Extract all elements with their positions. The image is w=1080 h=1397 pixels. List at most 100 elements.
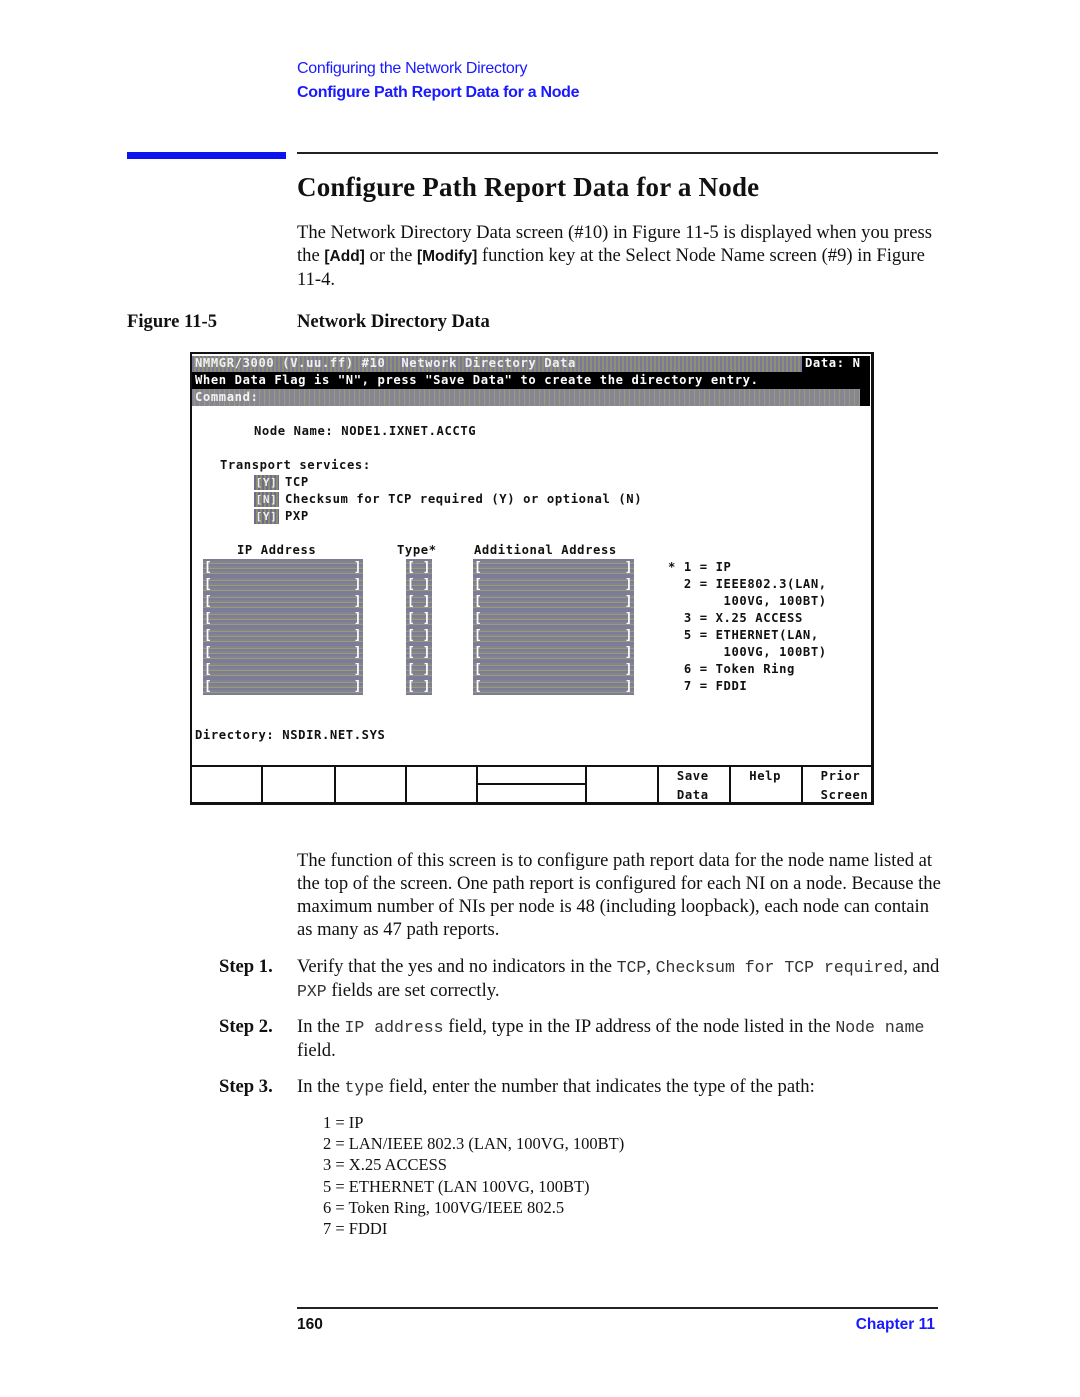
bracket-right: ]: [624, 560, 633, 575]
additional-address-field[interactable]: []: [473, 610, 634, 627]
page-title: Configure Path Report Data for a Node: [297, 172, 760, 202]
type-field[interactable]: []: [406, 610, 432, 627]
path-type-item: 7 = FDDI: [323, 1219, 388, 1239]
function-key-label: Save Data: [677, 767, 709, 805]
ip-address-field[interactable]: []: [203, 678, 363, 695]
step-text: fields are set correctly.: [326, 980, 500, 1001]
ip-address-field[interactable]: []: [203, 661, 363, 678]
function-key-label: Prior Screen: [821, 767, 869, 805]
bracket-left: [: [204, 628, 213, 643]
additional-address-header: Additional Address: [474, 543, 617, 557]
additional-address-field[interactable]: []: [473, 661, 634, 678]
bracket-right: ]: [422, 645, 431, 660]
additional-address-field[interactable]: []: [473, 593, 634, 610]
step-label: Step 2.: [219, 1016, 273, 1037]
type-field[interactable]: []: [406, 627, 432, 644]
bracket-left: [: [474, 577, 483, 592]
bracket-right: ]: [353, 679, 362, 694]
function-key-3[interactable]: [333, 765, 406, 804]
pxp-flag-value: Y: [262, 510, 271, 523]
type-legend-item: * 1 = IP: [668, 560, 732, 574]
additional-address-field[interactable]: []: [473, 576, 634, 593]
terminal-title-bar: NMMGR/3000 (V.uu.ff) #10 Network Directo…: [192, 356, 870, 372]
bracket-left: [: [474, 662, 483, 677]
checksum-flag-field[interactable]: [N]: [254, 492, 279, 507]
bracket-left: [: [474, 679, 483, 694]
chapter-link[interactable]: Chapter 11: [856, 1316, 935, 1334]
command-line[interactable]: Command:: [192, 389, 870, 406]
additional-address-field[interactable]: []: [473, 644, 634, 661]
ip-address-field[interactable]: []: [203, 559, 363, 576]
function-key-2[interactable]: [261, 765, 334, 804]
path-type-item: 1 = IP: [323, 1113, 364, 1132]
function-key-1[interactable]: [190, 765, 262, 804]
ip-address-header: IP Address: [237, 543, 317, 557]
ip-address-field[interactable]: []: [203, 644, 363, 661]
additional-address-field[interactable]: []: [473, 559, 634, 576]
step-label: Step 3.: [219, 1076, 273, 1097]
function-key-6[interactable]: [584, 765, 657, 804]
path-type-item: 3 = X.25 ACCESS: [323, 1155, 447, 1175]
bracket-left: [: [474, 628, 483, 643]
add-key-ref: [Add]: [324, 248, 365, 265]
function-key-9[interactable]: Prior Screen: [800, 765, 875, 805]
section-marker-bar: [127, 152, 286, 159]
additional-address-field[interactable]: []: [473, 678, 634, 695]
type-field[interactable]: []: [406, 576, 432, 593]
bracket-right: ]: [422, 662, 431, 677]
running-head-chapter: Configuring the Network Directory: [297, 60, 528, 77]
path-type-item: 2 = LAN/IEEE 802.3 (LAN, 100VG, 100BT): [323, 1134, 625, 1154]
data-flag: Data: N: [802, 356, 870, 372]
field-ref-type: type: [344, 1078, 385, 1097]
bracket-left: [: [474, 560, 483, 575]
bracket-right: ]: [624, 645, 633, 660]
step-text: field, type in the IP address of the nod…: [443, 1016, 836, 1037]
pxp-flag-field[interactable]: [Y]: [254, 509, 279, 524]
terminal-screen: NMMGR/3000 (V.uu.ff) #10 Network Directo…: [190, 352, 875, 805]
field-ref-checksum: Checksum for TCP required: [655, 958, 904, 977]
additional-address-field[interactable]: []: [473, 627, 634, 644]
bracket-right: ]: [353, 594, 362, 609]
function-key-label: Help: [749, 767, 781, 786]
bracket-left: [: [204, 662, 213, 677]
path-type-item: 5 = ETHERNET (LAN 100VG, 100BT): [323, 1176, 590, 1196]
modify-key-ref: [Modify]: [416, 248, 478, 265]
footer-rule: [297, 1307, 938, 1309]
type-legend-item: 6 = Token Ring: [668, 662, 795, 676]
command-line-end: [860, 389, 870, 406]
function-key-line1: Prior: [820, 769, 861, 783]
transport-pxp: [Y] PXP: [254, 509, 309, 524]
ip-address-field[interactable]: []: [203, 610, 363, 627]
figure-title: Network Directory Data: [297, 311, 490, 332]
tcp-label: TCP: [285, 475, 309, 489]
description-paragraph: The function of this screen is to config…: [297, 850, 941, 940]
section-rule: [297, 152, 938, 154]
bracket-left: [: [407, 577, 416, 592]
step-text: , and: [903, 956, 940, 977]
type-field[interactable]: []: [406, 559, 432, 576]
type-field[interactable]: []: [406, 644, 432, 661]
bracket-right: ]: [353, 662, 362, 677]
ip-address-field[interactable]: []: [203, 576, 363, 593]
bracket-left: [: [407, 662, 416, 677]
function-key-4[interactable]: [405, 765, 477, 804]
function-key-line2: Screen: [820, 788, 869, 802]
function-key-5[interactable]: [476, 765, 585, 804]
tcp-flag-field[interactable]: [Y]: [254, 475, 279, 490]
type-legend-item: 100VG, 100BT): [668, 594, 827, 608]
field-ref-node-name: Node name: [835, 1018, 925, 1037]
function-key-8[interactable]: Help: [729, 765, 801, 804]
data-flag-text: Data: N: [805, 356, 861, 370]
step-text: ,: [646, 956, 656, 977]
bracket-left: [: [474, 611, 483, 626]
type-field[interactable]: []: [406, 661, 432, 678]
directory-name: Directory: NSDIR.NET.SYS: [195, 728, 386, 742]
ip-address-field[interactable]: []: [203, 627, 363, 644]
type-legend-item: 5 = ETHERNET(LAN,: [668, 628, 819, 642]
type-field[interactable]: []: [406, 593, 432, 610]
function-key-7[interactable]: Save Data: [656, 765, 730, 805]
step-label: Step 1.: [219, 956, 273, 977]
type-field[interactable]: []: [406, 678, 432, 695]
ip-address-field[interactable]: []: [203, 593, 363, 610]
bracket-left: [: [204, 560, 213, 575]
